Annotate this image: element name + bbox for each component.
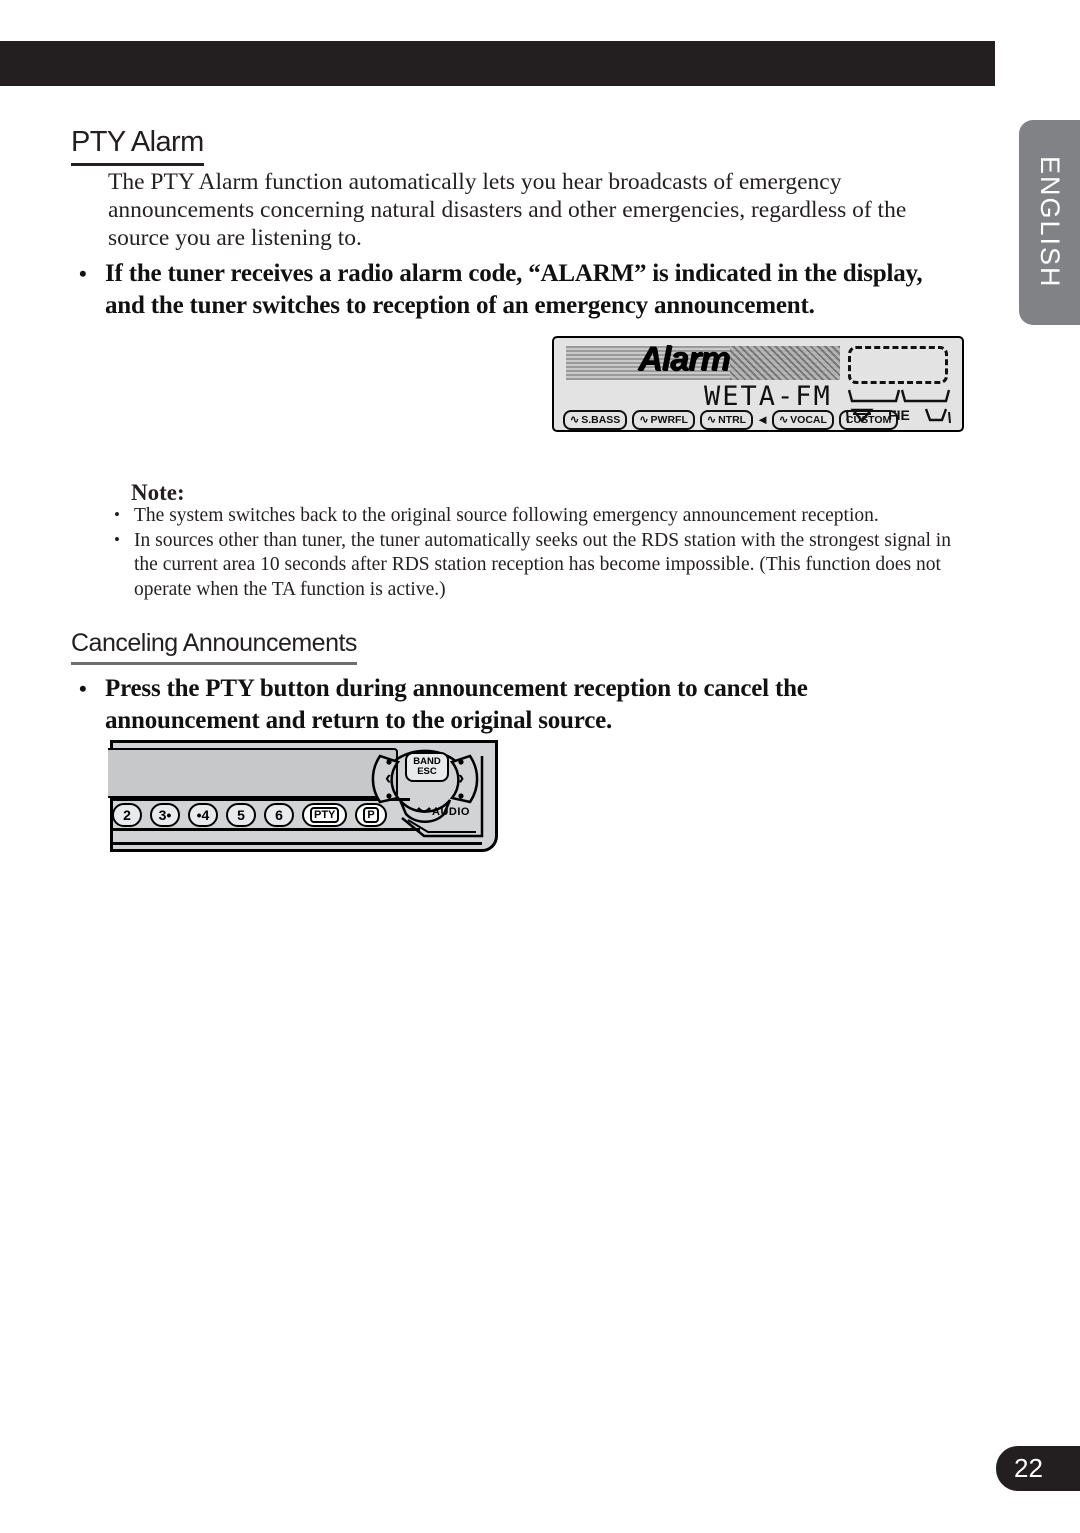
language-tab: ENGLISH [1019, 120, 1080, 325]
section-heading-canceling-announcements: Canceling Announcements [71, 629, 357, 665]
eq-chip-label: NTRL [718, 414, 747, 426]
panel-screen-area [108, 748, 398, 798]
canceling-bold-instruction-text: Press the PTY button during announcement… [105, 675, 808, 734]
note-list-item-text: In sources other than tuner, the tuner a… [134, 529, 951, 600]
wave-icon: ∿ [570, 414, 579, 426]
eq-chip-label: PWRFL [650, 414, 688, 426]
audio-label: AUDIO [432, 806, 470, 818]
eq-chip-label: S.BASS [581, 414, 621, 426]
bullet-marker: • [114, 505, 120, 524]
display-right-indicator-group: FIE [846, 344, 954, 426]
note-title: Note: [131, 480, 185, 505]
page-content: PTY Alarm The PTY Alarm function automat… [0, 0, 995, 1533]
note-list-item: • The system switches back to the origin… [108, 504, 968, 529]
rotary-knob-area: ‹ › BAND ESC AUDIO [358, 740, 498, 852]
canceling-bold-instruction: • Press the PTY button during announceme… [79, 673, 940, 737]
band-esc-button[interactable]: BAND ESC [405, 752, 449, 782]
pty-alarm-body-text: The PTY Alarm function automatically let… [108, 169, 907, 251]
preset-button-5[interactable]: 5 [226, 803, 256, 827]
preset-button-4[interactable]: •4 [188, 803, 218, 827]
eq-chip-ntrl: ∿ NTRL [699, 410, 754, 430]
svg-text:‹: ‹ [385, 768, 391, 789]
head-unit-control-panel-illustration: 2 3• •4 5 6 PTY P ‹ › BAND ESC AUDIO [108, 740, 498, 855]
display-dashed-indicator-box [848, 346, 948, 384]
head-unit-display-illustration: Alarm WETA-FM ∿ S.BASS ∿ PWRFL ∿ NTRL ◄ … [552, 336, 964, 432]
preset-button-2[interactable]: 2 [112, 803, 142, 827]
page-number-text: 22 [1014, 1453, 1043, 1483]
preset-button-6[interactable]: 6 [264, 803, 294, 827]
display-speaker-icons-row: FIE [846, 404, 952, 426]
esc-label: ESC [417, 766, 437, 777]
left-triangle-icon: ◄ [756, 412, 769, 427]
subwoofer-icon [924, 408, 951, 424]
display-station-text: WETA-FM [704, 381, 832, 412]
wave-icon: ∿ [778, 414, 788, 426]
wave-icon: ∿ [706, 414, 716, 426]
pty-alarm-bold-instruction: • If the tuner receives a radio alarm co… [79, 258, 940, 322]
page-number-badge: 22 [996, 1446, 1080, 1491]
preset-button-3[interactable]: 3• [150, 803, 180, 827]
eq-chip-label: VOCAL [790, 414, 827, 426]
pty-button[interactable]: PTY [302, 803, 348, 827]
note-list-item: • In sources other than tuner, the tuner… [108, 529, 968, 603]
wave-icon: ∿ [639, 414, 648, 426]
eq-chip-vocal: ∿ VOCAL [771, 410, 834, 430]
pty-button-label: PTY [310, 807, 340, 823]
display-curve-indicator [847, 389, 951, 403]
eq-chip-sbass: ∿ S.BASS [563, 410, 628, 430]
eq-chip-pwrfl: ∿ PWRFL [632, 410, 695, 430]
note-list-item-text: The system switches back to the original… [134, 505, 879, 526]
fie-label: FIE [888, 407, 910, 423]
bullet-marker: • [79, 676, 87, 701]
section-heading-pty-alarm: PTY Alarm [71, 126, 204, 166]
bullet-marker: • [79, 261, 87, 286]
display-alarm-text: Alarm [638, 340, 730, 378]
note-list: • The system switches back to the origin… [108, 504, 968, 602]
language-tab-label: ENGLISH [1035, 156, 1065, 289]
svg-text:›: › [458, 768, 464, 789]
pty-alarm-bold-instruction-text: If the tuner receives a radio alarm code… [105, 260, 923, 319]
speaker-icon [846, 408, 874, 424]
bullet-marker: • [114, 529, 120, 549]
